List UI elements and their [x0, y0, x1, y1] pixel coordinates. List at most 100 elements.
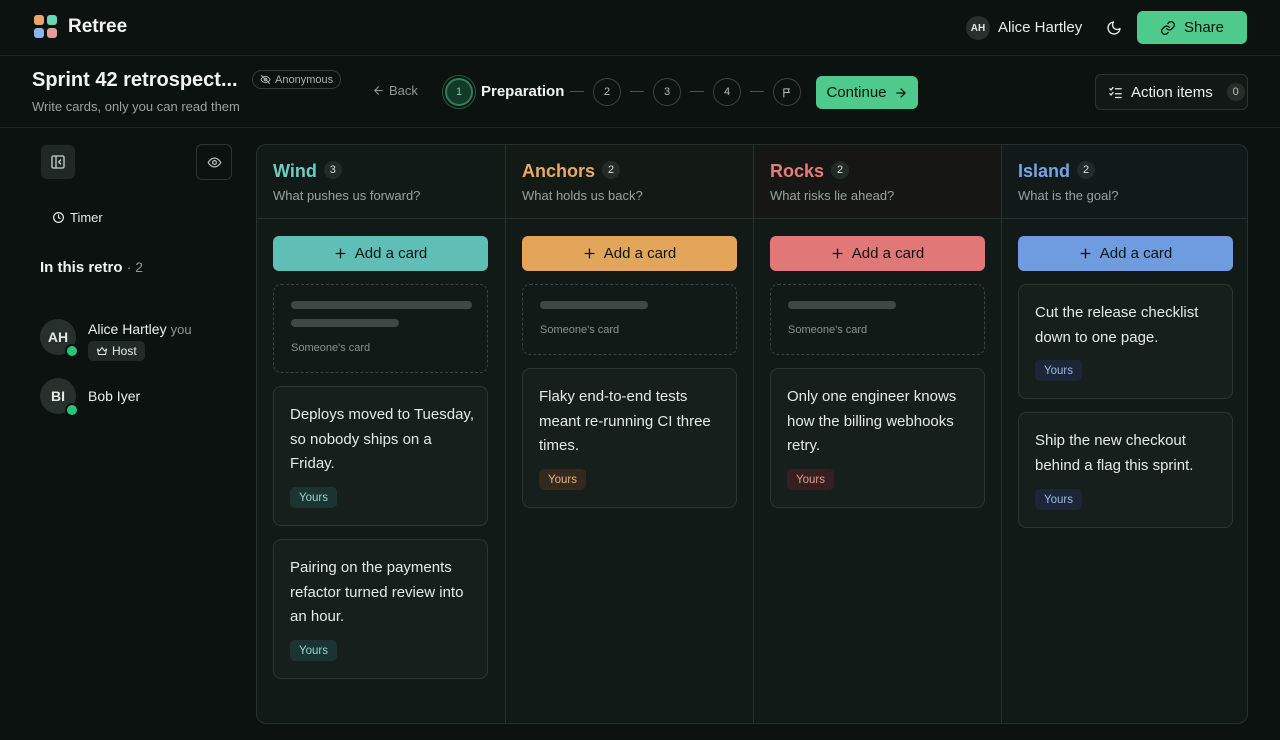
- eye-icon: [207, 156, 221, 168]
- card[interactable]: Cut the release checklist down to one pa…: [1018, 284, 1233, 399]
- column-title: Anchors 2: [522, 161, 621, 182]
- step-2[interactable]: 2: [593, 78, 621, 106]
- column-subtitle: What is the goal?: [1018, 188, 1119, 203]
- hidden-card-label: Someone's card: [540, 324, 620, 336]
- retro-board: Wind 3 What pushes us forward? Add a card…: [256, 144, 1248, 724]
- active-step-label: Preparation: [481, 83, 565, 100]
- hidden-card: Someone's card: [770, 284, 985, 355]
- add-card-button[interactable]: Add a card: [770, 236, 985, 271]
- step-1[interactable]: 1: [445, 78, 473, 106]
- step-connector: [750, 91, 764, 92]
- anonymous-badge: Anonymous: [252, 70, 342, 89]
- back-button[interactable]: Back: [372, 83, 418, 98]
- column-header: Anchors 2 What holds us back?: [506, 145, 753, 219]
- participant-name-text: Alice Hartley: [88, 321, 167, 337]
- column-count: 2: [831, 161, 850, 180]
- retro-subtitle: Write cards, only you can read them: [32, 99, 240, 114]
- column-subtitle: What holds us back?: [522, 188, 643, 203]
- card[interactable]: Ship the new checkout behind a flag this…: [1018, 412, 1233, 528]
- user-name[interactable]: Alice Hartley: [998, 19, 1082, 36]
- theme-toggle-button[interactable]: [1102, 16, 1126, 40]
- online-indicator: [65, 403, 79, 417]
- hidden-card-placeholder: [291, 319, 399, 327]
- column-subtitle: What pushes us forward?: [273, 188, 421, 203]
- column-anchors: Anchors 2 What holds us back? Add a card …: [505, 145, 753, 723]
- step-3[interactable]: 3: [653, 78, 681, 106]
- add-card-label: Add a card: [1099, 245, 1173, 262]
- participants-count: · 2: [126, 259, 144, 275]
- back-label: Back: [389, 83, 418, 98]
- column-count: 3: [323, 161, 342, 180]
- column-rocks: Rocks 2 What risks lie ahead? Add a card …: [753, 145, 1001, 723]
- hidden-card-label: Someone's card: [291, 342, 371, 354]
- participant-name: Alice Hartley you: [88, 321, 192, 337]
- column-count: 2: [1077, 161, 1096, 180]
- column-count: 2: [602, 161, 621, 180]
- timer-button[interactable]: Timer: [52, 210, 103, 225]
- collapse-sidebar-button[interactable]: [41, 145, 75, 179]
- action-items-label: Action items: [1131, 83, 1213, 101]
- card-text: Pairing on the payments refactor turned …: [290, 559, 464, 625]
- column-title-text: Island: [1018, 161, 1071, 181]
- online-indicator: [65, 344, 79, 358]
- participants-heading: In this retro · 2: [40, 259, 143, 276]
- timer-label: Timer: [70, 210, 103, 225]
- logo-icon[interactable]: [34, 15, 58, 39]
- add-card-label: Add a card: [354, 245, 428, 262]
- continue-button[interactable]: Continue: [816, 76, 918, 109]
- yours-badge: Yours: [290, 640, 337, 661]
- brand-name: Retree: [68, 16, 128, 37]
- column-title-text: Wind: [273, 161, 317, 181]
- column-title-text: Anchors: [522, 161, 596, 181]
- arrow-left-icon: [374, 86, 383, 95]
- add-card-button[interactable]: Add a card: [273, 236, 488, 271]
- step-finish[interactable]: [773, 78, 801, 106]
- sidebar-collapse-icon: [51, 155, 65, 169]
- yours-badge: Yours: [539, 469, 586, 490]
- yours-badge: Yours: [1035, 489, 1082, 510]
- clock-icon: [53, 212, 64, 223]
- hidden-card-label: Someone's card: [788, 324, 868, 336]
- host-badge: Host: [88, 341, 145, 361]
- column-title: Wind 3: [273, 161, 342, 182]
- step-4[interactable]: 4: [713, 78, 741, 106]
- share-label: Share: [1183, 19, 1225, 36]
- anonymous-label: Anonymous: [275, 73, 334, 86]
- add-card-button[interactable]: Add a card: [1018, 236, 1233, 271]
- card-text: Flaky end-to-end tests meant re-running …: [539, 388, 711, 454]
- hidden-card-placeholder: [291, 301, 472, 309]
- column-island: Island 2 What is the goal? Add a card Cut…: [1001, 145, 1247, 723]
- arrow-right-icon: [895, 87, 906, 98]
- flag-icon: [782, 87, 790, 98]
- step-connector: [690, 91, 704, 92]
- plus-icon: [1080, 248, 1091, 259]
- card[interactable]: Only one engineer knows how the billing …: [770, 368, 985, 508]
- card[interactable]: Pairing on the payments refactor turned …: [273, 539, 488, 679]
- hidden-card: Someone's card: [273, 284, 488, 373]
- hidden-card-placeholder: [788, 301, 896, 309]
- column-header: Wind 3 What pushes us forward?: [257, 145, 505, 219]
- share-button[interactable]: Share: [1137, 11, 1247, 44]
- column-title: Island 2: [1018, 161, 1096, 182]
- card[interactable]: Flaky end-to-end tests meant re-running …: [522, 368, 737, 508]
- add-card-label: Add a card: [851, 245, 925, 262]
- user-avatar[interactable]: AH: [966, 16, 990, 40]
- moon-icon: [1107, 21, 1121, 35]
- toggle-visibility-button[interactable]: [196, 144, 232, 180]
- participant-name: Bob Iyer: [88, 388, 141, 404]
- card[interactable]: Deploys moved to Tuesday, so nobody ship…: [273, 386, 488, 526]
- action-items-button[interactable]: Action items 0: [1095, 74, 1248, 110]
- yours-badge: Yours: [787, 469, 834, 490]
- column-title: Rocks 2: [770, 161, 850, 182]
- participant-bob[interactable]: BI Bob Iyer: [40, 378, 240, 418]
- participant-alice[interactable]: AH Alice Hartley you Host: [40, 319, 240, 361]
- step-connector: [570, 91, 584, 92]
- column-subtitle: What risks lie ahead?: [770, 188, 895, 203]
- retro-title[interactable]: Sprint 42 retrospect...: [32, 69, 238, 92]
- yours-badge: Yours: [1035, 360, 1082, 381]
- add-card-button[interactable]: Add a card: [522, 236, 737, 271]
- action-items-count: 0: [1226, 83, 1245, 101]
- card-text: Ship the new checkout behind a flag this…: [1035, 432, 1194, 474]
- card-text: Only one engineer knows how the billing …: [787, 388, 957, 454]
- participants-heading-label: In this retro: [40, 259, 123, 276]
